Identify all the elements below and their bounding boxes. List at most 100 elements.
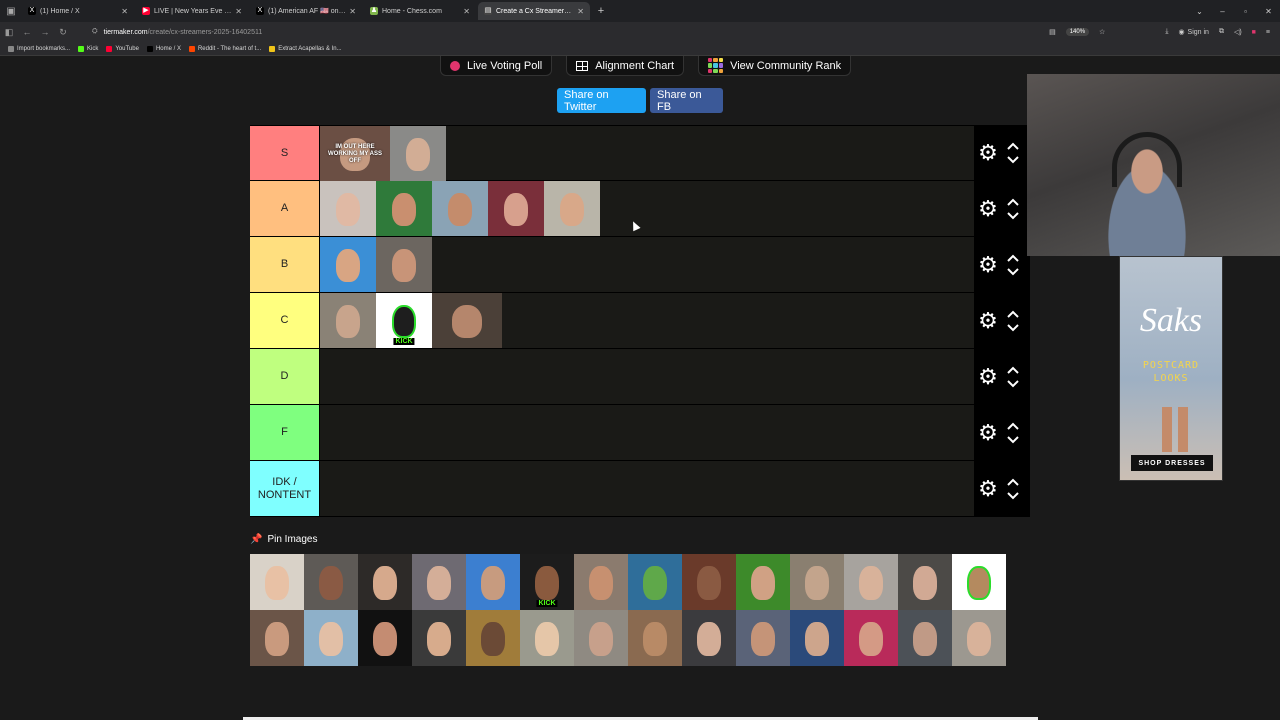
extensions-icon[interactable]: ⧉ [1219, 28, 1224, 36]
tier-items[interactable] [320, 405, 974, 460]
chevron-down-icon[interactable] [1007, 435, 1019, 444]
streamer-image[interactable] [466, 554, 520, 610]
bookmark-item[interactable]: YouTube [106, 45, 139, 52]
streamer-image[interactable] [250, 610, 304, 666]
chevron-down-icon[interactable] [1007, 323, 1019, 332]
downloads-icon[interactable]: ⤓ [1165, 28, 1168, 36]
tier-items[interactable] [320, 237, 974, 292]
streamer-image[interactable] [574, 610, 628, 666]
volume-icon[interactable]: ◁) [1234, 28, 1242, 36]
tier-label[interactable]: A [250, 181, 320, 236]
streamer-image[interactable] [682, 554, 736, 610]
tab-close-icon[interactable]: ✕ [577, 7, 584, 16]
chevron-down-icon[interactable] [1007, 491, 1019, 500]
tier-label[interactable]: F [250, 405, 320, 460]
share-fb-button[interactable]: Share on FB [650, 88, 723, 113]
menu-icon[interactable]: ≡ [1266, 29, 1270, 36]
streamer-image[interactable] [304, 554, 358, 610]
bookmark-item[interactable]: Kick [78, 45, 98, 52]
shop-dresses-button[interactable]: SHOP DRESSES [1131, 455, 1213, 471]
browser-tab[interactable]: X (1) Home / X ✕ [22, 2, 134, 20]
streamer-image[interactable] [898, 610, 952, 666]
tier-items[interactable]: KICK [320, 293, 974, 348]
chevron-up-icon[interactable] [1007, 142, 1019, 150]
bookmark-item[interactable]: Reddit - The heart of t... [188, 45, 261, 52]
community-rank-button[interactable]: View Community Rank [698, 56, 852, 76]
chevron-down-icon[interactable] [1007, 211, 1019, 220]
streamer-image[interactable] [358, 610, 412, 666]
gear-icon[interactable]: ⚙ [978, 477, 998, 499]
tier-items[interactable] [320, 181, 974, 236]
streamer-image[interactable] [376, 237, 432, 292]
gear-icon[interactable]: ⚙ [978, 421, 998, 443]
streamer-image[interactable] [412, 610, 466, 666]
browser-tab[interactable]: X (1) American AF 🇺🇸 on X: "A mo✕ [250, 2, 362, 20]
streamer-image[interactable] [682, 610, 736, 666]
streamer-image[interactable] [952, 610, 1006, 666]
streamer-image[interactable] [358, 554, 412, 610]
browser-tab[interactable]: ▶ LIVE | New Years Eve Celebratio✕ [136, 2, 248, 20]
tier-items[interactable] [320, 461, 974, 516]
chevron-up-icon[interactable] [1007, 422, 1019, 430]
new-tab-button[interactable]: + [592, 5, 610, 17]
streamer-image[interactable]: KICK [520, 554, 574, 610]
streamer-image[interactable]: IM OUT HERE WORKING MY ASS OFF [320, 126, 390, 181]
streamer-image[interactable] [432, 181, 488, 236]
streamer-image[interactable] [304, 610, 358, 666]
share-twitter-button[interactable]: Share on Twitter [557, 88, 646, 113]
saks-ad[interactable]: Saks POSTCARD LOOKS SHOP DRESSES [1119, 256, 1223, 481]
tab-close-icon[interactable]: ✕ [349, 7, 356, 16]
streamer-image[interactable] [320, 181, 376, 236]
pin-images[interactable]: 📌 Pin Images [250, 534, 317, 545]
streamer-image[interactable] [320, 237, 376, 292]
gear-icon[interactable]: ⚙ [978, 142, 998, 164]
reader-view-icon[interactable]: ▤ [1049, 28, 1056, 36]
tier-label[interactable]: S [250, 126, 320, 180]
maximize-button[interactable]: ▫ [1234, 7, 1257, 16]
gear-icon[interactable]: ⚙ [978, 309, 998, 331]
streamer-image[interactable] [250, 554, 304, 610]
streamer-image[interactable] [574, 554, 628, 610]
tab-close-icon[interactable]: ✕ [463, 7, 470, 16]
live-voting-poll-button[interactable]: Live Voting Poll [440, 56, 553, 76]
sidebar-toggle-icon[interactable]: ◧ [0, 27, 18, 38]
streamer-image[interactable] [412, 554, 466, 610]
streamer-image[interactable] [376, 181, 432, 236]
chevron-down-icon[interactable] [1007, 156, 1019, 164]
browser-tab[interactable]: ♟ Home - Chess.com ✕ [364, 2, 476, 20]
chevron-up-icon[interactable] [1007, 254, 1019, 262]
tab-close-icon[interactable]: ✕ [121, 7, 128, 16]
tab-close-icon[interactable]: ✕ [235, 7, 242, 16]
alignment-chart-button[interactable]: Alignment Chart [566, 56, 685, 76]
site-info-icon[interactable]: ⛭ [92, 28, 98, 36]
streamer-image[interactable] [628, 610, 682, 666]
streamer-image[interactable] [628, 554, 682, 610]
chevron-up-icon[interactable] [1007, 310, 1019, 318]
streamer-image[interactable] [488, 181, 544, 236]
streamer-image[interactable] [790, 554, 844, 610]
streamer-image[interactable] [520, 610, 574, 666]
back-button[interactable]: ← [18, 27, 36, 37]
tier-label[interactable]: B [250, 237, 320, 292]
tier-label[interactable]: C [250, 293, 320, 348]
bookmark-star-icon[interactable]: ☆ [1099, 28, 1105, 36]
bookmark-item[interactable]: Import bookmarks... [8, 45, 70, 52]
tier-label[interactable]: D [250, 349, 320, 404]
tier-items[interactable]: IM OUT HERE WORKING MY ASS OFF [320, 126, 974, 181]
url-field[interactable]: ⛭ tiermaker.com/create/cx-streamers-2025… [92, 28, 1049, 36]
streamer-image[interactable] [844, 610, 898, 666]
streamer-image[interactable] [790, 610, 844, 666]
sign-in-button[interactable]: ◉ Sign in [1178, 28, 1209, 37]
extension-badge-icon[interactable]: ■ [1252, 29, 1256, 36]
chevron-up-icon[interactable] [1007, 478, 1019, 486]
streamer-image[interactable] [466, 610, 520, 666]
zoom-badge[interactable]: 140% [1065, 28, 1090, 36]
tab-list-chevron-icon[interactable]: ⌄ [1188, 7, 1211, 16]
gear-icon[interactable]: ⚙ [978, 253, 998, 275]
streamer-image[interactable] [390, 126, 446, 181]
streamer-image[interactable] [736, 610, 790, 666]
gear-icon[interactable]: ⚙ [978, 197, 998, 219]
close-window-button[interactable]: ✕ [1257, 7, 1280, 16]
streamer-image[interactable] [736, 554, 790, 610]
gear-icon[interactable]: ⚙ [978, 365, 998, 387]
